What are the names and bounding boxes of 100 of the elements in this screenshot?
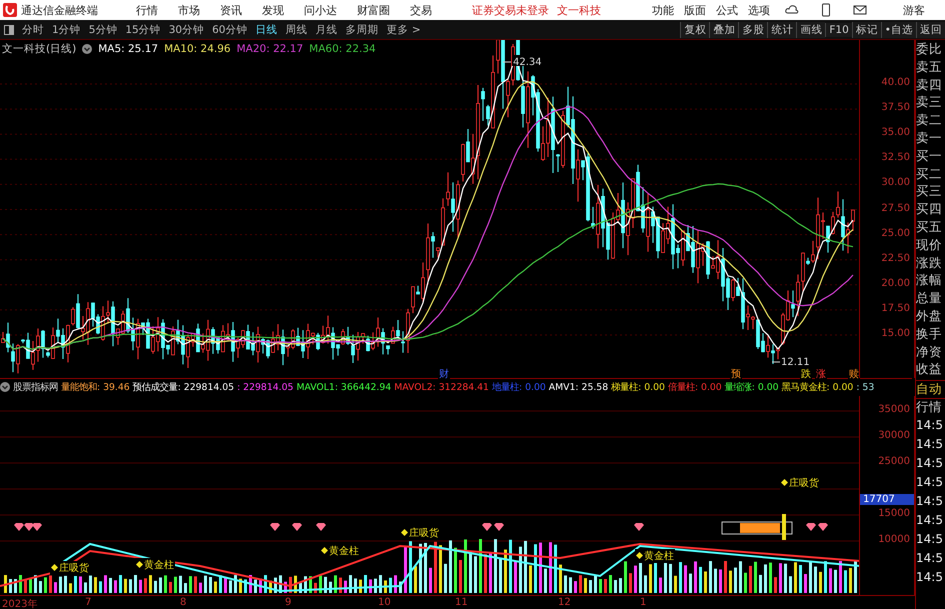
price-axis-label: 37.50 [881, 102, 910, 114]
menu-item[interactable]: 市场 [168, 2, 210, 18]
event-marker: 赎 [848, 367, 860, 381]
indicator-value: 梯量柱: 0.00 [611, 380, 665, 394]
toolbar-button[interactable]: 复权 [680, 22, 710, 38]
quote-field-label: 买二 [916, 164, 943, 182]
toolbar-button[interactable]: 返回 [916, 22, 945, 38]
indicator-value: 倍量柱: 0.00 [668, 380, 722, 394]
menu-item[interactable]: 选项 [743, 2, 775, 18]
high-price-label: 42.34 [502, 55, 542, 68]
quote-field-label: 买五 [916, 218, 943, 236]
period-tab[interactable]: 更多 > [382, 22, 425, 36]
phone-icon[interactable] [819, 3, 833, 17]
indicator-value: : 53 [856, 382, 874, 393]
period-tab[interactable]: 30分钟 [164, 22, 208, 36]
dropdown-icon[interactable] [0, 382, 10, 392]
date-axis-label: 10 [378, 597, 391, 608]
menu-item[interactable]: 公式 [711, 2, 743, 18]
period-tab[interactable]: 日线 [252, 22, 282, 36]
volume-axis-label: 35000 [878, 404, 910, 415]
quote-field-label: 买三 [916, 182, 943, 200]
chart-title: 文一科技(日线) [2, 42, 76, 56]
volume-axis-label: 25000 [878, 456, 910, 467]
quote-tab[interactable]: 行情 [916, 399, 945, 416]
dropdown-icon[interactable] [82, 44, 92, 54]
menu-item[interactable]: 行情 [126, 2, 168, 18]
gem-icon [634, 522, 644, 531]
panel-icon[interactable] [4, 24, 14, 34]
trade-time: 14:5 [916, 569, 944, 586]
toolbar-button[interactable]: 画线 [796, 22, 826, 38]
event-marker: 涨 [815, 367, 827, 381]
trade-time: 14:5 [916, 512, 944, 529]
price-axis-label: 27.50 [881, 202, 910, 214]
quote-field-label: 收益 [916, 360, 943, 378]
price-axis-label: 22.50 [881, 252, 910, 264]
trade-time: 14:5 [916, 550, 944, 567]
menu-item[interactable]: 财富圈 [347, 2, 400, 18]
period-tab[interactable]: 分时 [18, 22, 48, 36]
quote-field-label: 买一 [916, 146, 943, 165]
window-title: 通达信金融终端 [21, 2, 99, 18]
moving-average-value: MA5: 25.17 [98, 43, 158, 55]
indicator-value: 量能饱和: 39.46 [61, 380, 130, 394]
indicator-value: 黑马黄金柱: 0.00 [782, 380, 854, 394]
trade-time: 14:5 [916, 493, 944, 510]
event-marker: 财 [438, 367, 450, 381]
mode-label: 自动 [916, 380, 945, 399]
price-axis-label: 30.00 [881, 177, 910, 188]
diamond-icon [781, 479, 788, 486]
indicator-value: AMV1: 25.58 [548, 382, 608, 393]
period-tab[interactable]: 60分钟 [208, 22, 252, 36]
event-marker: 跌 [800, 367, 812, 381]
toolbar-button[interactable]: 叠加 [709, 22, 738, 38]
menu-item[interactable]: 问小达 [294, 2, 347, 18]
period-tab[interactable]: 5分钟 [84, 22, 122, 36]
toolbar-button[interactable]: •自选 [880, 22, 916, 38]
user-button[interactable]: 游客 [897, 2, 931, 18]
menu-item[interactable]: 交易 [400, 2, 442, 18]
event-marker: 预 [730, 367, 742, 381]
indicator-value: : 229814.05 [237, 382, 294, 393]
price-axis-label: 25.00 [881, 228, 910, 239]
price-axis-label: 32.50 [881, 152, 910, 164]
mail-icon[interactable] [853, 3, 867, 17]
gem-icon [270, 522, 280, 531]
menu-item[interactable]: 版面 [679, 2, 711, 18]
gem-icon [292, 522, 302, 531]
indicator-value: 量缩涨: 0.00 [724, 380, 779, 394]
period-tab[interactable]: 多周期 [342, 22, 382, 36]
volume-axis-label: 30000 [878, 430, 910, 441]
quote-field-label: 涨幅 [916, 271, 943, 290]
menu-item[interactable]: 功能 [647, 2, 679, 18]
toolbar-button[interactable]: 统计 [767, 22, 796, 38]
trade-time: 14:5 [916, 474, 944, 491]
quote-field-label: 现价 [916, 236, 943, 254]
period-tab[interactable]: 月线 [312, 22, 342, 36]
login-status: 证券交易未登录 [472, 2, 549, 18]
period-tab[interactable]: 15分钟 [121, 22, 165, 36]
toolbar-button[interactable]: F10 [825, 22, 852, 36]
quote-field-label: 换手 [916, 324, 943, 343]
trade-time: 14:5 [916, 436, 944, 453]
price-axis-label: 40.00 [881, 77, 910, 88]
quote-field-label: 买四 [916, 200, 943, 218]
app-logo-icon [3, 3, 17, 17]
quote-field-label: 卖四 [916, 76, 943, 94]
indicator-value: 地量柱: 0.00 [492, 380, 546, 394]
quote-field-label: 涨跌 [916, 254, 943, 272]
moving-average-value: MA20: 22.17 [236, 43, 304, 55]
menu-item[interactable]: 发现 [252, 2, 294, 18]
diamond-icon [401, 529, 408, 536]
toolbar-button[interactable]: 标记 [852, 22, 881, 38]
period-tab[interactable]: 周线 [282, 22, 312, 36]
trade-time: 14:5 [916, 455, 944, 472]
period-tab[interactable]: 1分钟 [48, 22, 85, 36]
diamond-icon [321, 547, 328, 554]
stock-name: 文一科技 [557, 2, 601, 18]
signal-label: 黄金柱 [329, 544, 359, 558]
menu-item[interactable]: 资讯 [210, 2, 252, 18]
indicator-value: MAVOL1: 366442.94 [296, 382, 392, 393]
quote-field-label: 卖三 [916, 93, 943, 112]
toolbar-button[interactable]: 多股 [738, 22, 768, 38]
quote-field-label: 总量 [916, 289, 943, 307]
